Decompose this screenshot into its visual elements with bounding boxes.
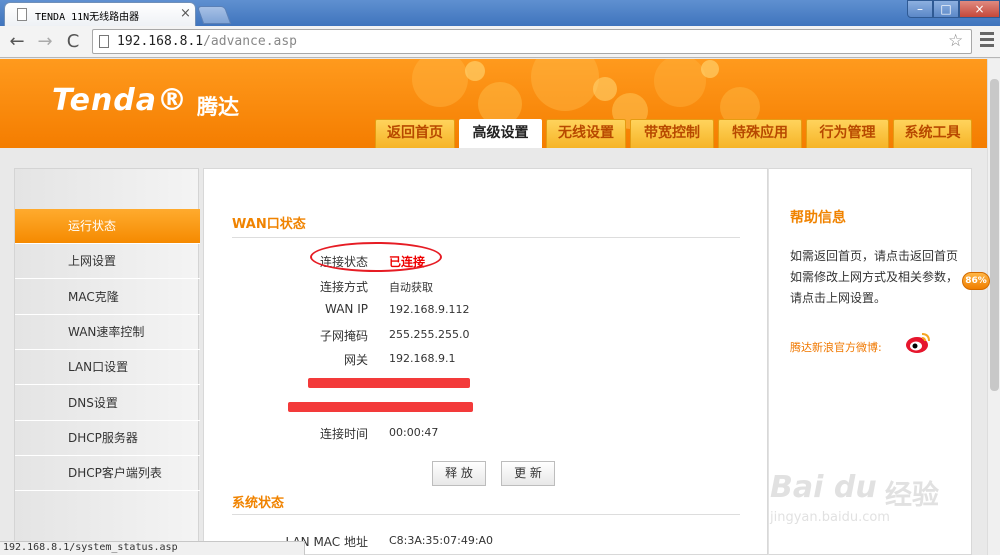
window-close-button[interactable]: × (959, 0, 1000, 18)
wan-row-label: 子网掩码 (319, 329, 368, 343)
weibo-link[interactable]: 腾达新浪官方微博: (790, 339, 882, 355)
watermark-logo: Bai du (770, 470, 877, 505)
nav-tab[interactable]: 带宽控制 (630, 119, 714, 148)
reload-icon[interactable]: C (62, 31, 84, 53)
page-scrollbar[interactable] (987, 59, 1000, 555)
bookmark-star-icon[interactable]: ☆ (948, 31, 963, 51)
address-bar[interactable]: 192.168.8.1/advance.asp ☆ (92, 29, 972, 54)
wan-row-value: 00:00:47 (389, 426, 439, 439)
page-icon (99, 35, 109, 48)
nav-tab[interactable]: 特殊应用 (718, 119, 802, 148)
help-title: 帮助信息 (790, 210, 846, 226)
help-line-internet: 如需修改上网方式及相关参数，请点击上网设置。 (790, 270, 959, 305)
nav-tab[interactable]: 系统工具 (893, 119, 972, 148)
percent-badge[interactable]: 86% (962, 272, 990, 290)
browser-tab[interactable]: TENDA 11N无线路由器 × (4, 2, 196, 26)
redaction-mark (308, 378, 470, 388)
weibo-icon[interactable] (904, 330, 932, 354)
sidebar: 运行状态 上网设置 MAC克隆 WAN速率控制 LAN口设置 DNS设置 DHCP服务器 DH… (14, 168, 200, 555)
browser-status-bar: 192.168.8.1/system_status.asp (0, 541, 305, 555)
system-row-value: C8:3A:35:07:49:A0 (389, 534, 494, 547)
router-header: Tenda® 腾达 返回首页 高级设置 无线设置 带宽控制 特殊应用 行为管理 系统工具 (0, 59, 987, 148)
sidebar-item[interactable]: WAN速率控制 (15, 315, 200, 350)
watermark-text: 经验 (885, 480, 939, 511)
back-icon[interactable]: ← (6, 31, 28, 53)
refresh-button[interactable]: 更 新 (501, 461, 555, 486)
page-icon (17, 8, 27, 21)
help-text: 如需返回首页，请点击返回首页 如需修改上网方式及相关参数，请点击上网设置。 (790, 246, 958, 309)
browser-tab-strip: TENDA 11N无线路由器 × – □ × (0, 0, 1000, 26)
brand-name: 腾达 (197, 95, 239, 119)
wan-row-value: 192.168.9.112 (389, 303, 470, 316)
system-status-title: 系统状态 (232, 496, 285, 511)
new-tab-button[interactable] (196, 6, 232, 24)
forward-icon[interactable]: → (34, 31, 56, 53)
wan-row-value: 192.168.9.1 (389, 352, 456, 365)
sidebar-item[interactable]: 上网设置 (15, 244, 200, 280)
sidebar-item[interactable]: MAC克隆 (15, 280, 200, 315)
url-text: 192.168.8.1/advance.asp (117, 34, 297, 49)
help-line-home: 如需返回首页，请点击返回首页 (790, 249, 959, 263)
wan-row-label: WAN IP (325, 302, 368, 316)
nav-tab[interactable]: 高级设置 (459, 119, 542, 148)
browser-menu-icon[interactable] (980, 32, 994, 50)
wan-row-label: 网关 (343, 353, 368, 367)
release-button[interactable]: 释 放 (432, 461, 486, 486)
url-path: /advance.asp (203, 34, 298, 49)
sidebar-item[interactable]: DNS设置 (15, 386, 200, 421)
sidebar-item[interactable]: DHCP服务器 (15, 421, 200, 456)
divider (232, 237, 740, 238)
nav-tab[interactable]: 行为管理 (806, 119, 889, 148)
nav-tab[interactable]: 返回首页 (375, 119, 455, 148)
wan-row-value: 自动获取 (389, 281, 433, 294)
window-minimize-button[interactable]: – (907, 0, 933, 18)
sidebar-item[interactable]: 运行状态 (15, 209, 200, 244)
wan-row-label: 连接时间 (319, 427, 368, 441)
window-maximize-button[interactable]: □ (933, 0, 959, 18)
tab-title: TENDA 11N无线路由器 (35, 12, 140, 23)
wan-row-value: 255.255.255.0 (389, 328, 470, 341)
tab-close-icon[interactable]: × (180, 6, 191, 21)
wan-row-label: 连接方式 (319, 280, 368, 294)
redaction-mark (288, 402, 473, 412)
sidebar-item[interactable]: LAN口设置 (15, 350, 200, 386)
scrollbar-thumb[interactable] (990, 79, 999, 391)
nav-tab[interactable]: 无线设置 (546, 119, 626, 148)
wan-status-title: WAN口状态 (232, 217, 306, 232)
annotation-ellipse (310, 242, 442, 272)
watermark-url: jingyan.baidu.com (770, 510, 890, 525)
sidebar-item[interactable]: DHCP客户端列表 (15, 456, 200, 492)
divider (232, 514, 740, 515)
main-content: WAN口状态 连接状态 已连接 连接方式 自动获取 WAN IP 192.168.9.11… (203, 168, 768, 555)
tenda-logo: Tenda® (52, 83, 189, 118)
url-host: 192.168.8.1 (117, 34, 204, 49)
baidu-watermark: Bai du 经验 jingyan.baidu.com (770, 470, 970, 545)
browser-toolbar: ← → C 192.168.8.1/advance.asp ☆ (0, 26, 1000, 58)
